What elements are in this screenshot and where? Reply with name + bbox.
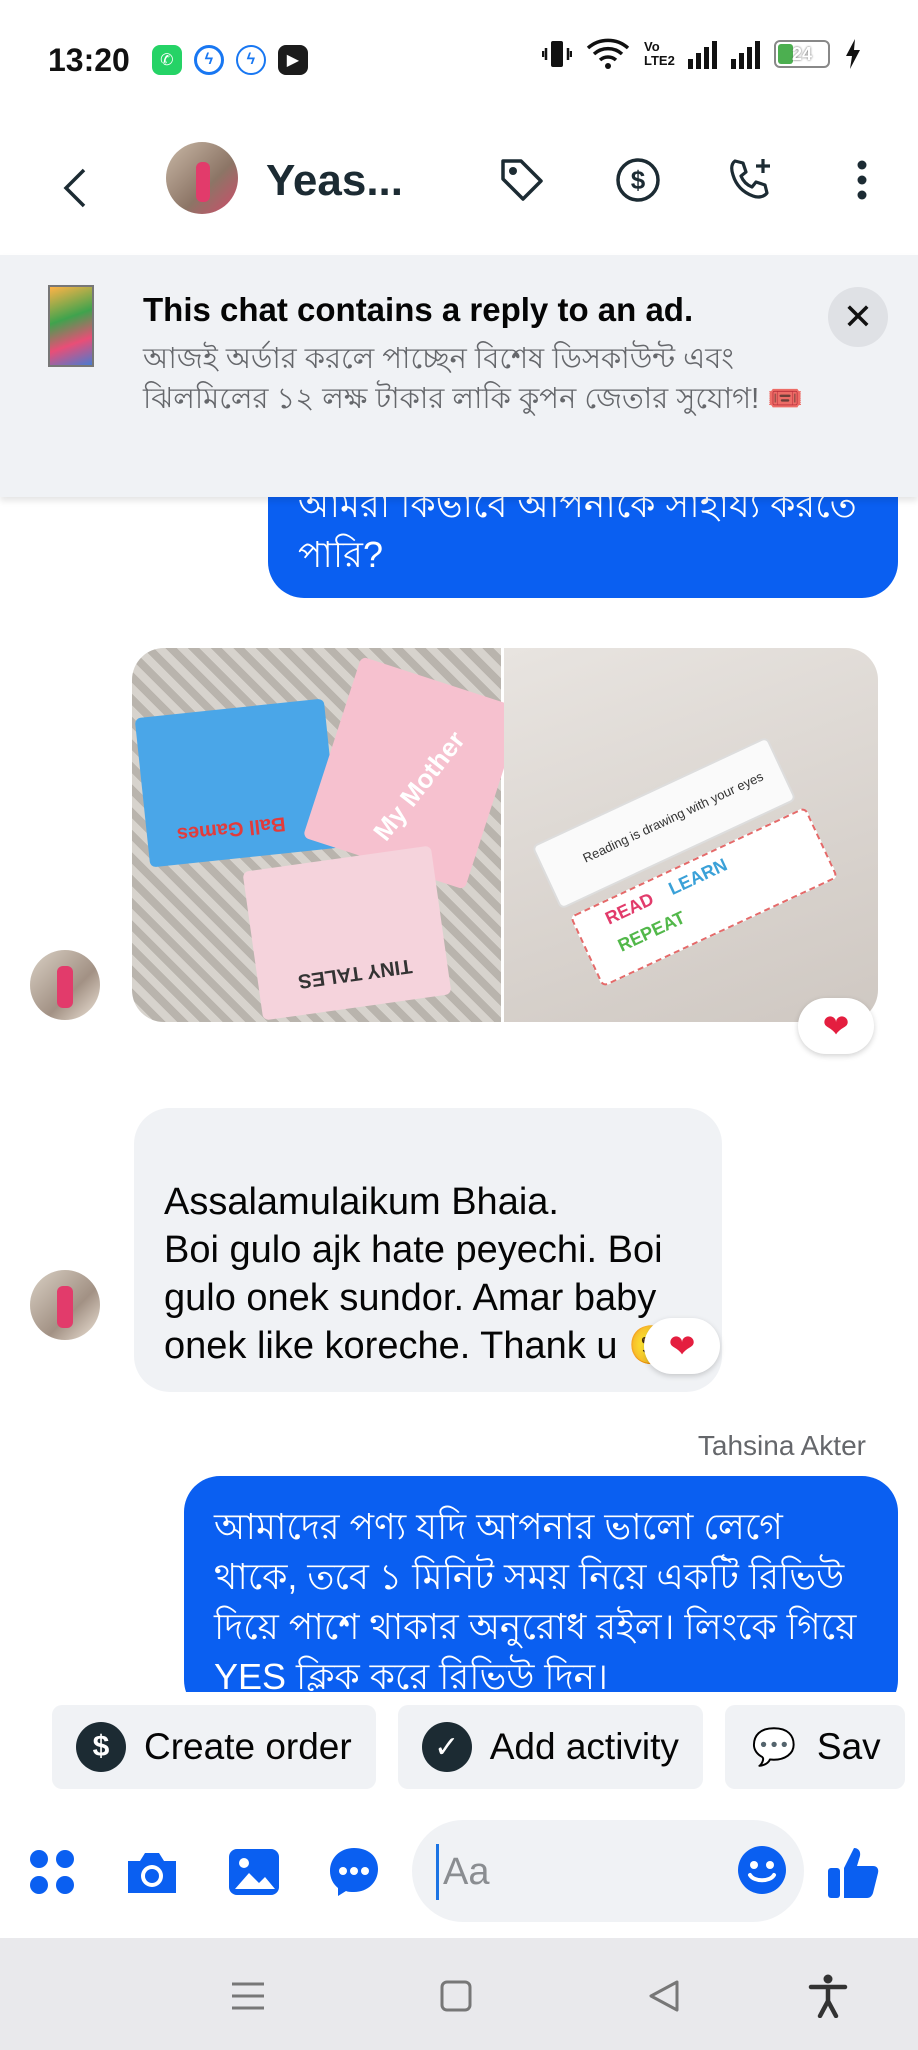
photo-books[interactable]: Ball Games My Mother TINY TALES xyxy=(132,648,524,1022)
gallery-button[interactable] xyxy=(226,1844,282,1900)
create-order-button[interactable]: $ Create order xyxy=(52,1705,376,1789)
bookmark-learn: LEARN xyxy=(665,854,731,899)
message-composer xyxy=(0,1820,918,1930)
back-arrow-icon xyxy=(63,168,86,208)
sender-avatar[interactable] xyxy=(30,950,100,1020)
check-icon: ✓ xyxy=(421,1722,472,1772)
heart-reaction[interactable]: ❤ xyxy=(798,998,874,1054)
battery-level: 24 xyxy=(791,43,813,64)
svg-text:$: $ xyxy=(631,165,646,195)
message-input-wrapper xyxy=(412,1820,804,1922)
vibrate-icon xyxy=(542,41,572,67)
status-indicators: Vo LTE2 24 xyxy=(542,38,862,70)
add-activity-button[interactable]: ✓ Add activity xyxy=(397,1705,703,1789)
back-nav-button[interactable] xyxy=(636,1968,692,2024)
outgoing-message[interactable]: আমরা কিভাবে আপনাকে সাহায্য করতে পারি? xyxy=(268,480,898,598)
outgoing-message[interactable]: আমাদের পণ্য যদি আপনার ভালো লেগে থাকে, তব… xyxy=(184,1476,898,1692)
back-button[interactable] xyxy=(55,158,95,218)
payment-button[interactable]: $ xyxy=(610,152,666,208)
create-order-label: Create order xyxy=(144,1726,352,1767)
heart-icon: ❤ xyxy=(668,1328,696,1364)
message-thread[interactable]: আমরা কিভাবে আপনাকে সাহায্য করতে পারি? Ba… xyxy=(0,480,918,1692)
recents-button[interactable] xyxy=(220,1968,276,2024)
tag-icon xyxy=(501,159,543,201)
messenger-outline-icon: ϟ xyxy=(235,45,266,75)
dollar-icon: $ xyxy=(76,1722,126,1772)
ad-banner-text: আজই অর্ডার করলে পাচ্ছেন বিশেষ ডিসকাউন্ট … xyxy=(143,343,804,415)
media-app-icon: ▶ xyxy=(277,45,308,75)
back-triangle-icon xyxy=(649,1980,679,2012)
status-time: 13:20 xyxy=(48,41,130,78)
contact-avatar[interactable] xyxy=(166,142,238,214)
apps-grid-icon xyxy=(30,1850,74,1894)
ad-reply-banner: This chat contains a reply to an ad. আজই… xyxy=(0,255,918,497)
chat-header: Yeas... $ xyxy=(0,120,918,255)
saved-replies-label: Sav xyxy=(816,1726,881,1767)
dollar-icon: $ xyxy=(616,158,660,202)
more-actions-button[interactable] xyxy=(24,1844,80,1900)
charging-icon xyxy=(846,39,860,69)
message-text: আমাদের পণ্য যদি আপনার ভালো লেগে থাকে, তব… xyxy=(214,1506,857,1692)
book-ball-games: Ball Games xyxy=(134,698,340,868)
call-button[interactable] xyxy=(722,152,778,208)
sender-name: Tahsina Akter xyxy=(697,1430,866,1461)
like-thumb-icon xyxy=(828,1848,879,1898)
book-title: TINY TALES xyxy=(296,954,414,993)
camera-icon xyxy=(128,1853,176,1893)
chat-bubbles-icon: 💬 xyxy=(751,1726,797,1767)
label-button[interactable] xyxy=(494,152,550,208)
photo-attachment[interactable]: Ball Games My Mother TINY TALES Reading … xyxy=(132,648,878,1022)
more-vertical-icon xyxy=(857,160,867,200)
volte-label: Vo LTE2 xyxy=(644,39,675,68)
battery-icon: 24 xyxy=(774,40,830,68)
sender-avatar[interactable] xyxy=(30,1270,100,1340)
recents-menu-icon xyxy=(232,1982,264,2010)
like-button[interactable] xyxy=(826,1844,882,1900)
book-title: Ball Games xyxy=(175,812,287,846)
add-activity-label: Add activity xyxy=(489,1726,679,1767)
book-title: My Mother xyxy=(367,725,471,847)
status-app-icons: ✆ ϟ ϟ ▶ xyxy=(151,45,308,75)
messenger-icon: ϟ xyxy=(193,45,224,75)
call-add-icon xyxy=(730,159,770,199)
wifi-icon xyxy=(586,38,630,69)
message-text: আমরা কিভাবে আপনাকে সাহায্য করতে পারি? xyxy=(298,484,857,575)
book-tiny-tales: TINY TALES xyxy=(242,845,452,1021)
system-nav-bar xyxy=(0,1938,918,2050)
close-icon: ✕ xyxy=(842,296,874,337)
message-text: Assalamulaikum Bhaia. Boi gulo ajk hate … xyxy=(164,1181,675,1367)
emoji-button[interactable] xyxy=(734,1842,790,1898)
signal-2-icon xyxy=(731,39,760,69)
accessibility-button[interactable] xyxy=(800,1968,856,2024)
message-input[interactable] xyxy=(436,1844,726,1900)
whatsapp-icon: ✆ xyxy=(151,45,182,75)
saved-replies-button[interactable]: 💬 Sav xyxy=(724,1705,905,1789)
contact-name[interactable]: Yeas... xyxy=(266,156,403,206)
more-options-button[interactable] xyxy=(834,152,890,208)
heart-icon: ❤ xyxy=(822,1008,850,1044)
chat-dots-icon xyxy=(330,1848,378,1896)
quick-actions-bar: $ Create order ✓ Add activity 💬 Sav xyxy=(0,1692,918,1802)
emoji-icon xyxy=(738,1846,786,1894)
home-button[interactable] xyxy=(428,1968,484,2024)
heart-reaction[interactable]: ❤ xyxy=(644,1318,720,1374)
status-bar: 13:20 ✆ ϟ ϟ ▶ Vo LTE2 24 xyxy=(0,0,918,120)
ad-banner-title: This chat contains a reply to an ad. xyxy=(143,291,694,328)
photo-bookmarks[interactable]: Reading is drawing with your eyes READ L… xyxy=(504,648,878,1022)
signal-1-icon xyxy=(688,39,717,69)
gallery-icon xyxy=(229,1849,279,1895)
ad-thumbnail[interactable] xyxy=(48,285,94,367)
close-banner-button[interactable]: ✕ xyxy=(828,287,888,347)
camera-button[interactable] xyxy=(124,1844,180,1900)
chat-extensions-button[interactable] xyxy=(326,1844,382,1900)
accessibility-icon xyxy=(808,1974,848,2018)
home-square-icon xyxy=(440,1980,472,2012)
incoming-message[interactable]: Assalamulaikum Bhaia. Boi gulo ajk hate … xyxy=(134,1108,722,1392)
